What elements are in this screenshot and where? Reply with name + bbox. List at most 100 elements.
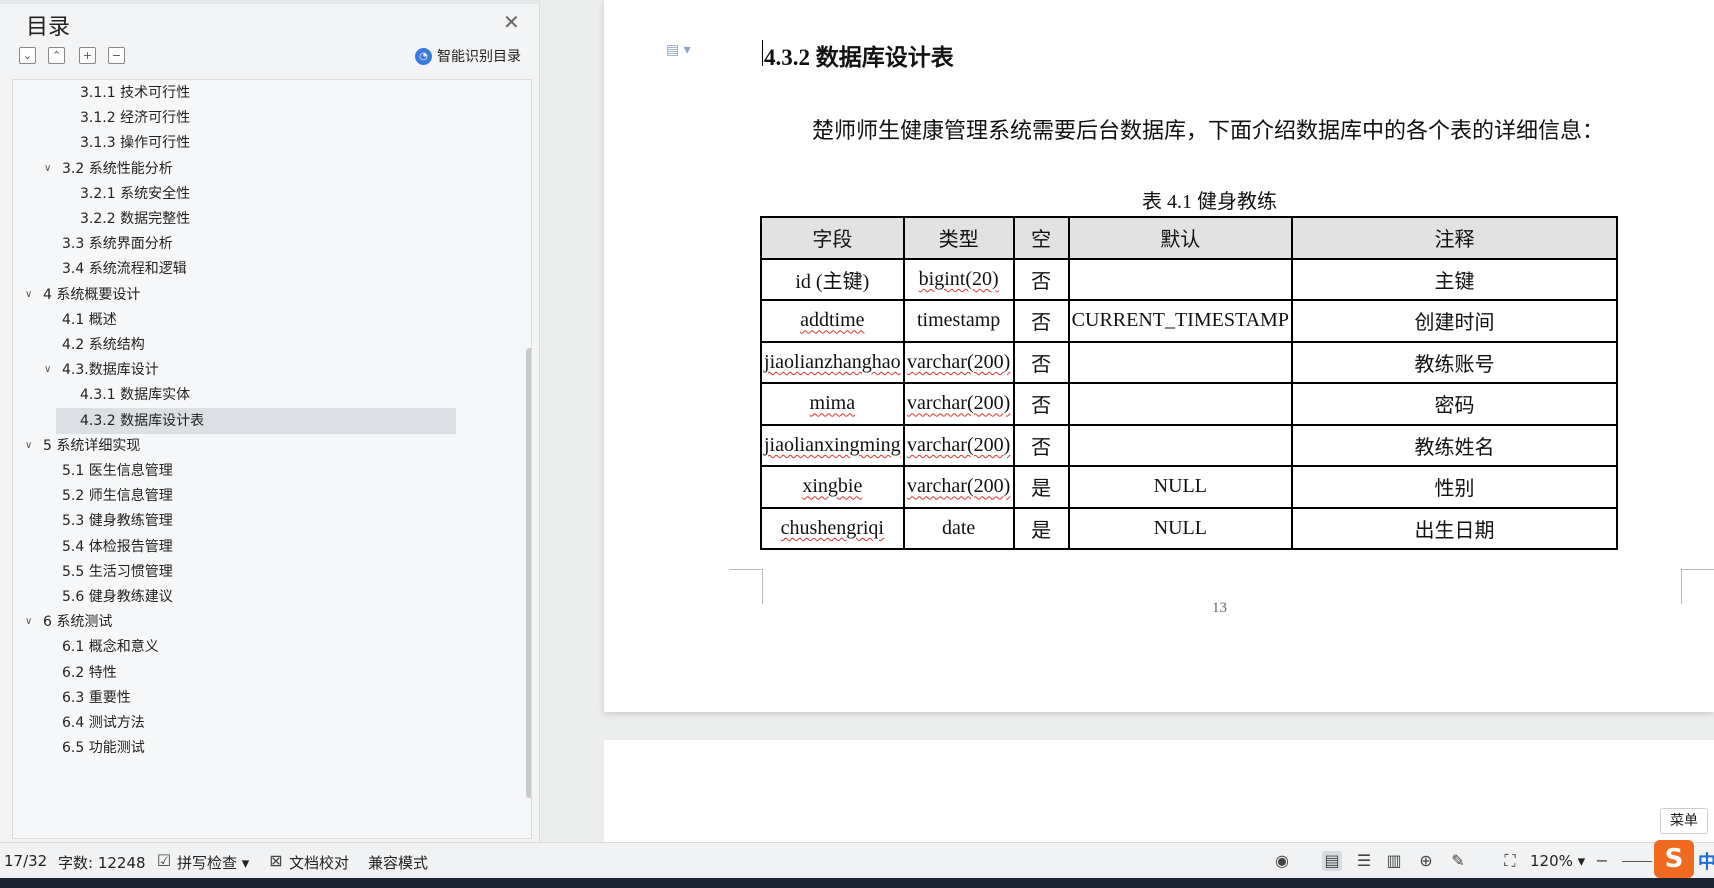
toc-item-label: 6 系统测试 (43, 614, 113, 631)
page-view-icon[interactable]: ▤ (1322, 851, 1342, 871)
expand-down-icon[interactable]: ⌄ (19, 47, 36, 64)
table-cell: 出生日期 (1290, 506, 1618, 550)
zoom-out-icon[interactable]: − (1592, 851, 1612, 871)
table-cell: 否 (1012, 299, 1070, 343)
toc-item[interactable]: 5.1 医生信息管理 (13, 458, 513, 484)
toc-item[interactable]: 3.4 系统流程和逻辑 (13, 256, 513, 282)
add-level-icon[interactable]: + (79, 47, 96, 64)
section-heading: 4.3.2 数据库设计表 (764, 45, 954, 70)
table-cell: NULL (1067, 465, 1293, 509)
toc-item-label: 3.2.1 系统安全性 (80, 185, 191, 202)
toc-item[interactable]: 6.1 概念和意义 (13, 634, 513, 660)
table-row: id (主键) bigint(20) 否 主键 (760, 257, 1618, 301)
reading-view-icon[interactable]: ▥ (1384, 851, 1404, 871)
word-count[interactable]: 字数: 12248 (58, 852, 146, 873)
toc-item[interactable]: 6.4 测试方法 (13, 710, 513, 736)
spell-check-label: 拼写检查 (177, 854, 238, 872)
toc-item[interactable]: 4.2 系统结构 (13, 332, 513, 358)
toc-item-label: 6.3 重要性 (62, 689, 131, 706)
toc-item[interactable]: 5.4 体检报告管理 (13, 534, 513, 560)
smart-toc-label: 智能识别目录 (437, 49, 521, 65)
table-header-cell: 类型 (902, 216, 1015, 260)
table-row: jiaolianzhanghao varchar(200) 否 教练账号 (760, 340, 1618, 384)
toc-item-label: 3.1.1 技术可行性 (80, 85, 191, 101)
toc-item-label: 5.3 健身教练管理 (62, 513, 173, 530)
toc-top-divider (0, 0, 540, 4)
table-cell-text: addtime (800, 309, 865, 332)
next-document-page (604, 740, 1714, 850)
chevron-down-icon[interactable]: ∨ (25, 609, 32, 635)
close-icon[interactable]: ✕ (503, 10, 520, 34)
toc-item[interactable]: 6.2 特性 (13, 660, 513, 686)
menu-button[interactable]: 菜单 (1660, 808, 1708, 834)
table-cell: date (902, 506, 1015, 550)
toc-item[interactable]: 4.1 概述 (13, 307, 513, 333)
table-cell: 密码 (1290, 382, 1618, 426)
table-cell: 教练姓名 (1290, 423, 1618, 467)
chevron-down-icon[interactable]: ∨ (44, 156, 51, 182)
toc-item[interactable]: 5.5 生活习惯管理 (13, 559, 513, 585)
toc-item-label: 4.3.1 数据库实体 (80, 387, 191, 404)
toc-item[interactable]: 3.2.1 系统安全性 (13, 181, 513, 207)
chevron-down-icon[interactable]: ∨ (25, 433, 32, 459)
table-cell: varchar(200) (902, 340, 1015, 384)
toc-item[interactable]: 5.3 健身教练管理 (13, 508, 513, 534)
toc-item[interactable]: 6.3 重要性 (13, 685, 513, 711)
toc-item[interactable]: 3.1.1 技术可行性 (13, 80, 513, 106)
toc-item[interactable]: ∨ 4.3.数据库设计 (13, 357, 513, 383)
page-corner-mark-left (729, 569, 763, 604)
paragraph-marker-icon[interactable]: ▤ ▾ (666, 42, 691, 58)
table-cell-text: NULL (1153, 475, 1207, 498)
table-cell-text: 教练账号 (1414, 353, 1495, 376)
table-cell-text: varchar(200) (907, 433, 1011, 456)
table-cell: addtime (760, 299, 905, 343)
toc-item-label: 3.1.2 经济可行性 (80, 110, 191, 127)
toc-item[interactable]: ∨ 4 系统概要设计 (13, 282, 513, 308)
toc-item[interactable]: 4.3.1 数据库实体 (13, 382, 513, 408)
chevron-down-icon[interactable]: ∨ (25, 282, 32, 308)
toc-item[interactable]: ∨ 3.2 系统性能分析 (13, 156, 513, 182)
table-cell: 主键 (1290, 257, 1618, 301)
chevron-down-icon[interactable]: ∨ (44, 357, 51, 383)
doc-review-button[interactable]: 文档校对 (289, 852, 349, 873)
toc-item[interactable]: 3.1.2 经济可行性 (13, 105, 513, 131)
table-cell-text: 密码 (1434, 395, 1475, 418)
doc-review-icon: ⊠ (269, 851, 283, 870)
collapse-up-icon[interactable]: ⌃ (48, 47, 65, 64)
table-header-cell: 注释 (1290, 216, 1618, 260)
toc-item[interactable]: ∨ 6 系统测试 (13, 609, 513, 635)
zoom-level[interactable]: 120% ▾ (1530, 852, 1585, 870)
eye-protection-icon[interactable]: ◉ (1272, 851, 1292, 871)
table-cell: 是 (1012, 465, 1070, 509)
page-number: 13 (1212, 600, 1227, 616)
ime-mode[interactable]: 中 (1698, 848, 1714, 874)
toc-item-label: 3.3 系统界面分析 (62, 236, 173, 253)
smart-toc-button[interactable]: ◔ 智能识别目录 (415, 46, 521, 66)
status-bar: 17/32 字数: 12248 ☑ 拼写检查 ▾ ⊠ 文档校对 兼容模式 ◉ ▤… (0, 842, 1714, 878)
table-cell: jiaolianxingming (760, 423, 905, 467)
toc-item[interactable]: 3.1.3 操作可行性 (13, 130, 513, 156)
toc-item[interactable]: 4.3.2 数据库设计表 (56, 407, 456, 434)
toc-scrollbar[interactable] (526, 348, 531, 798)
ime-logo-icon[interactable]: S (1654, 840, 1694, 878)
toc-item[interactable]: 5.2 师生信息管理 (13, 483, 513, 509)
toc-item-label: 6.1 概念和意义 (62, 639, 159, 656)
toc-item[interactable]: 6.5 功能测试 (13, 735, 513, 761)
table-cell-text: timestamp (916, 309, 1001, 332)
table-header-cell: 字段 (760, 216, 905, 260)
toc-item[interactable]: ∨ 5 系统详细实现 (13, 433, 513, 459)
spell-check-button[interactable]: 拼写检查 ▾ (177, 852, 249, 873)
table-cell (1067, 340, 1293, 384)
toc-item[interactable]: 3.3 系统界面分析 (13, 231, 513, 257)
page-indicator[interactable]: 17/32 (4, 852, 47, 870)
fit-page-icon[interactable]: ⛶ (1500, 851, 1520, 871)
zoom-slider[interactable] (1622, 861, 1652, 862)
table-row: mima varchar(200) 否 密码 (760, 382, 1618, 426)
remove-level-icon[interactable]: − (108, 47, 125, 64)
outline-view-icon[interactable]: ☰ (1354, 851, 1374, 871)
table-cell-text: 是 (1031, 478, 1052, 501)
write-mode-icon[interactable]: ✎ (1448, 851, 1468, 871)
web-view-icon[interactable]: ⊕ (1416, 851, 1436, 871)
toc-item[interactable]: 3.2.2 数据完整性 (13, 206, 513, 232)
toc-item[interactable]: 5.6 健身教练建议 (13, 584, 513, 610)
